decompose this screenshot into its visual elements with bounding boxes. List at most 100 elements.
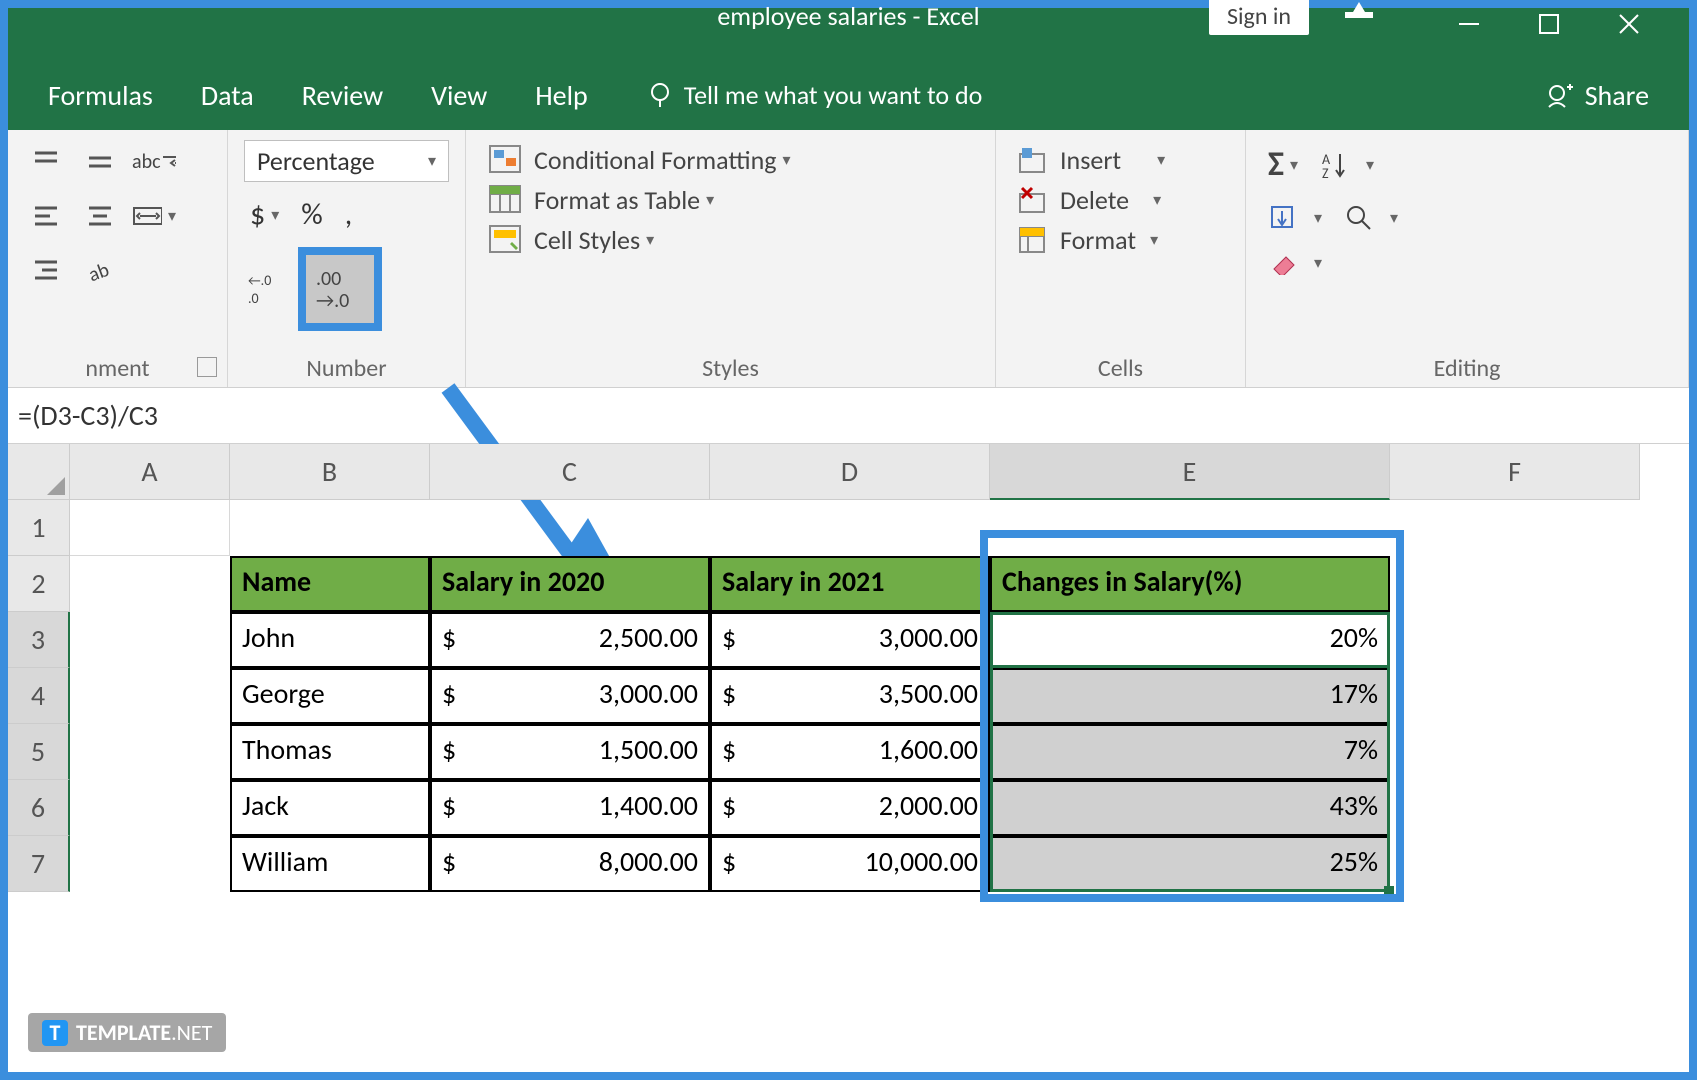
fill-button[interactable]: ▾ [1262,199,1328,237]
cell-change-4[interactable]: 25% [990,836,1390,892]
insert-cells-button[interactable]: Insert ▾ [1012,140,1229,180]
col-header-e[interactable]: E [990,444,1390,500]
svg-text:.00: .00 [316,267,341,291]
number-group-label: Number [244,346,449,387]
cell-s2020-2[interactable]: $1,500.00 [430,724,710,780]
cell-s2021-4[interactable]: $10,000.00 [710,836,990,892]
ribbon-tabs: Formulas Data Review View Help Tell me w… [8,60,1689,130]
cell-change-0[interactable]: 20% [990,612,1390,668]
table-header-2021[interactable]: Salary in 2021 [710,556,990,612]
cell-change-2[interactable]: 7% [990,724,1390,780]
align-middle-icon[interactable] [78,140,122,184]
tab-formulas[interactable]: Formulas [48,78,153,113]
cell-s2020-4[interactable]: $8,000.00 [430,836,710,892]
col-header-b[interactable]: B [230,444,430,500]
share-icon [1545,79,1577,111]
search-icon [1344,203,1374,233]
find-select-button[interactable]: ▾ [1338,199,1404,237]
format-cells-button[interactable]: Format ▾ [1012,220,1229,260]
format-as-table-button[interactable]: Format as Table▾ [482,180,979,220]
col-header-a[interactable]: A [70,444,230,500]
share-button[interactable]: Share [1545,78,1649,113]
cell-change-1[interactable]: 17% [990,668,1390,724]
orientation-icon[interactable]: ab [78,248,122,292]
svg-text:←.0: ←.0 [248,272,271,289]
spreadsheet-grid[interactable]: A B C D E F 1 2 3 4 5 6 7 Name Salary in [8,444,1689,1000]
clear-button[interactable]: ▾ [1262,247,1328,279]
eraser-icon [1268,251,1298,275]
conditional-formatting-button[interactable]: Conditional Formatting▾ [482,140,979,180]
row-header-3[interactable]: 3 [8,612,70,668]
table-header-change[interactable]: Changes in Salary(%) [990,556,1390,612]
chevron-down-icon: ▾ [428,151,436,171]
autosum-button[interactable]: Σ▾ [1262,140,1304,189]
sort-filter-button[interactable]: AZ▾ [1314,146,1380,184]
merge-center-icon[interactable]: ▾ [132,194,176,238]
col-header-f[interactable]: F [1390,444,1640,500]
cell-name-3[interactable]: Jack [230,780,430,836]
number-format-dropdown[interactable]: Percentage ▾ [244,140,449,182]
formula-bar[interactable]: =(D3-C3)/C3 [8,388,1689,444]
tab-data[interactable]: Data [201,78,254,113]
increase-decimal-button[interactable]: ←.0.0 [244,267,288,311]
row-header-1[interactable]: 1 [8,500,70,556]
ribbon-options-icon[interactable] [1339,0,1379,30]
percent-button[interactable]: % [295,192,328,237]
cell-name-4[interactable]: William [230,836,430,892]
tell-me-search[interactable]: Tell me what you want to do [646,79,983,111]
cell-s2021-1[interactable]: $3,500.00 [710,668,990,724]
delete-cells-button[interactable]: Delete ▾ [1012,180,1229,220]
row-header-7[interactable]: 7 [8,836,70,892]
watermark-logo-icon: T [42,1020,68,1046]
col-header-c[interactable]: C [430,444,710,500]
cell-s2021-3[interactable]: $2,000.00 [710,780,990,836]
cell-name-1[interactable]: George [230,668,430,724]
select-all-corner[interactable] [8,444,70,500]
cell-s2020-1[interactable]: $3,000.00 [430,668,710,724]
cell-a1[interactable] [70,500,230,556]
row-header-4[interactable]: 4 [8,668,70,724]
row-header-2[interactable]: 2 [8,556,70,612]
watermark-suffix: .NET [171,1019,212,1046]
cell-s2020-3[interactable]: $1,400.00 [430,780,710,836]
fill-handle[interactable] [1384,886,1394,896]
styles-group-label: Styles [482,346,979,387]
row-header-5[interactable]: 5 [8,724,70,780]
table-header-2020[interactable]: Salary in 2020 [430,556,710,612]
cell-styles-button[interactable]: Cell Styles▾ [482,220,979,260]
cell-name-2[interactable]: Thomas [230,724,430,780]
cell-s2021-0[interactable]: $3,000.00 [710,612,990,668]
decrease-decimal-button[interactable]: .00→.0 [298,247,382,331]
tab-view[interactable]: View [431,78,487,113]
tab-review[interactable]: Review [302,78,383,113]
number-group: Percentage ▾ $▾ % , ←.0.0 .00→.0 Number [228,130,466,387]
alignment-group-label: nment [24,346,211,387]
watermark: T TEMPLATE .NET [28,1013,226,1052]
cell-name-0[interactable]: John [230,612,430,668]
cell-change-3[interactable]: 43% [990,780,1390,836]
col-header-d[interactable]: D [710,444,990,500]
cell-s2021-2[interactable]: $1,600.00 [710,724,990,780]
cell-s2020-0[interactable]: $2,500.00 [430,612,710,668]
row-header-6[interactable]: 6 [8,780,70,836]
document-title: employee salaries - Excel [717,0,979,32]
sign-in-button[interactable]: Sign in [1209,0,1309,35]
align-center-icon[interactable] [78,194,122,238]
number-format-value: Percentage [257,145,375,177]
table-header-name[interactable]: Name [230,556,430,612]
svg-text:.0: .0 [248,290,259,307]
tab-help[interactable]: Help [535,78,588,113]
alignment-dialog-launcher-icon[interactable] [197,357,217,377]
close-icon[interactable] [1609,12,1649,44]
minimize-icon[interactable] [1449,12,1489,44]
maximize-icon[interactable] [1529,12,1569,44]
align-right-icon[interactable] [24,248,68,292]
currency-button[interactable]: $▾ [244,192,285,237]
comma-style-button[interactable]: , [339,192,359,237]
wrap-text-icon[interactable]: abc [132,140,176,184]
ribbon: abc ▾ ab nment Percentage ▾ [8,130,1689,388]
watermark-brand: TEMPLATE [76,1019,171,1046]
align-top-icon[interactable] [24,140,68,184]
align-left-icon[interactable] [24,194,68,238]
tell-me-label: Tell me what you want to do [684,79,983,111]
